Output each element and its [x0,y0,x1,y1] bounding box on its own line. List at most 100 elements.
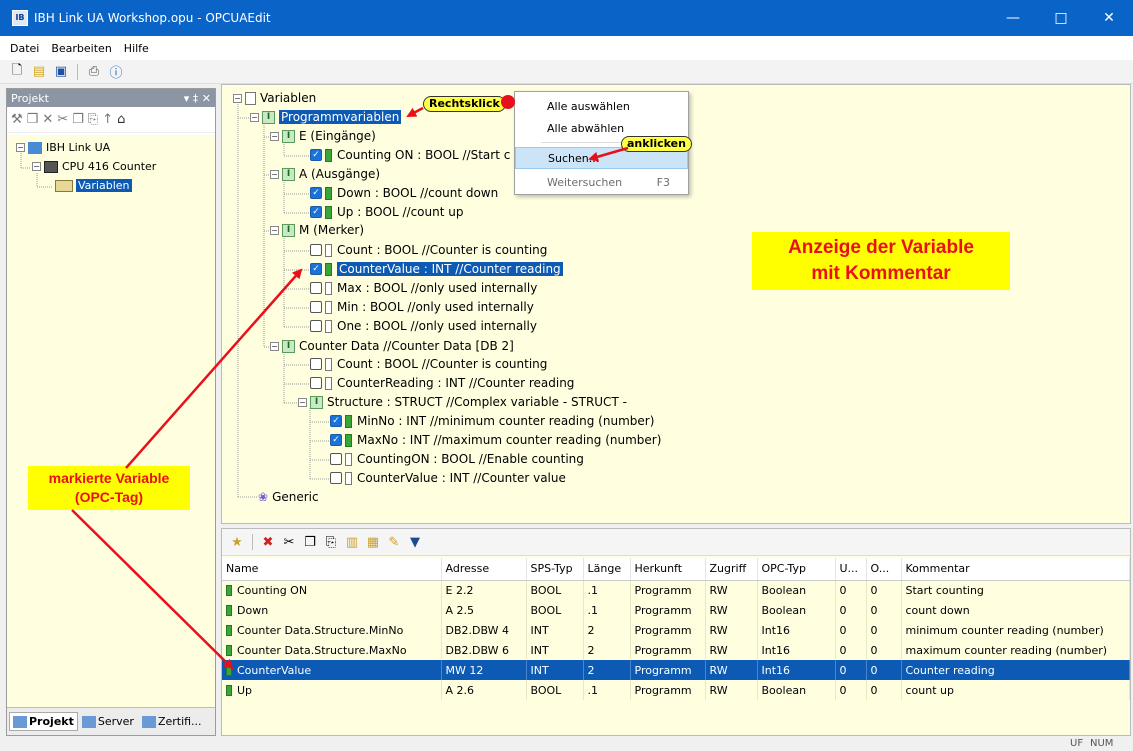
checked-checkbox-icon[interactable]: ✓ [330,415,342,427]
tree-node-minno[interactable]: ✓ MinNo : INT //minimum counter reading … [330,412,654,430]
tree-node-variablen[interactable]: Variablen [55,179,132,192]
help-icon[interactable]: ⓘ [107,63,125,81]
panel-pin-controls[interactable]: ▾ ‡ ✕ [184,92,211,105]
unchecked-checkbox-icon[interactable] [330,453,342,465]
menu-bearbeiten[interactable]: Bearbeiten [45,42,117,55]
table-row[interactable]: Counter Data.Structure.MaxNo DB2.DBW 6 INT… [222,640,1130,660]
unchecked-checkbox-icon[interactable] [330,472,342,484]
new-file-icon[interactable]: 🗋 [8,63,26,81]
collapse-icon[interactable]: − [270,225,279,235]
tab-projekt[interactable]: Projekt [9,712,78,731]
tree-node-counter-data[interactable]: − I Counter Data //Counter Data [DB 2] [270,337,514,355]
tree-node-structure[interactable]: − I Structure : STRUCT //Complex variabl… [298,393,627,411]
export-icon[interactable]: ▦ [364,533,382,551]
tree-node-generic[interactable]: ❀ Generic [258,488,319,506]
cell-zugriff: RW [705,680,758,700]
column-header-laenge[interactable]: Länge [583,558,631,581]
minimize-button[interactable]: — [989,0,1037,36]
tab-server[interactable]: Server [78,712,138,731]
unchecked-checkbox-icon[interactable] [310,244,322,256]
table-row[interactable]: Counting ON E 2.2 BOOL .1 Programm RW Boolean 0… [222,580,1130,600]
paste-icon[interactable]: ⎘ [322,533,340,551]
paste-icon[interactable]: ⎘ [88,112,98,127]
checked-checkbox-icon[interactable]: ✓ [310,206,322,218]
open-folder-icon[interactable]: ▤ [30,63,48,81]
menu-item-alle-auswaehlen[interactable]: Alle auswählen [515,95,688,117]
tree-node-counterreading[interactable]: CounterReading : INT //Counter reading [310,374,574,392]
tree-node-up[interactable]: ✓ Up : BOOL //count up [310,203,463,221]
collapse-icon[interactable]: − [270,341,279,351]
column-header-sps-typ[interactable]: SPS-Typ [526,558,584,581]
collapse-icon[interactable]: − [270,131,279,141]
collapse-icon[interactable]: − [250,112,259,122]
markierte-note-line: (OPC-Tag) [74,489,144,505]
tree-node-counting-on[interactable]: ✓ Counting ON : BOOL //Start c [310,146,510,164]
properties-icon[interactable]: ⚒ [11,112,23,127]
checked-checkbox-icon[interactable]: ✓ [330,434,342,446]
unchecked-checkbox-icon[interactable] [310,301,322,313]
checked-checkbox-icon[interactable]: ✓ [310,149,322,161]
collapse-icon[interactable]: − [16,143,25,152]
unchecked-checkbox-icon[interactable] [310,358,322,370]
tree-node-count[interactable]: Count : BOOL //Counter is counting [310,241,547,259]
tree-node-ausgaenge[interactable]: − I A (Ausgänge) [270,165,380,183]
collapse-icon[interactable]: − [270,169,279,179]
new-icon[interactable]: ❒ [27,112,39,127]
column-header-herkunft[interactable]: Herkunft [630,558,706,581]
column-header-u[interactable]: U... [835,558,867,581]
column-header-name[interactable]: Name [222,558,442,581]
maximize-button[interactable]: □ [1037,0,1085,36]
column-header-zugriff[interactable]: Zugriff [705,558,758,581]
menu-datei[interactable]: Datei [4,42,45,55]
save-icon[interactable]: ▣ [52,63,70,81]
table-row[interactable]: Down A 2.5 BOOL .1 Programm RW Boolean 0 0 count … [222,600,1130,620]
tree-node-cpu[interactable]: − CPU 416 Counter [32,160,156,173]
tree-node-down[interactable]: ✓ Down : BOOL //count down [310,184,498,202]
import-icon[interactable]: ▥ [343,533,361,551]
collapse-icon[interactable]: − [32,162,41,171]
tree-node-merker[interactable]: − I M (Merker) [270,221,364,239]
edit-pencil-icon[interactable]: ✎ [385,533,403,551]
column-header-adresse[interactable]: Adresse [441,558,527,581]
tree-node-maxno[interactable]: ✓ MaxNo : INT //maximum counter reading … [330,431,661,449]
tree-node-s-countervalue[interactable]: CounterValue : INT //Counter value [330,469,566,487]
cut-icon[interactable]: ✂ [57,112,68,127]
menu-hilfe[interactable]: Hilfe [118,42,155,55]
column-header-kommentar[interactable]: Kommentar [901,558,1130,581]
unchecked-checkbox-icon[interactable] [310,282,322,294]
tree-node-countervalue[interactable]: ✓ CounterValue : INT //Counter reading [310,260,563,278]
tree-node-ibh-link[interactable]: − IBH Link UA [16,141,110,154]
delete-icon[interactable]: ✖ [259,533,277,551]
collapse-icon[interactable]: − [298,397,307,407]
tree-node-countingon[interactable]: CountingON : BOOL //Enable counting [330,450,584,468]
tree-node-min[interactable]: Min : BOOL //only used internally [310,298,534,316]
delete-icon[interactable]: ✕ [42,112,53,127]
column-header-opc-typ[interactable]: OPC-Typ [757,558,836,581]
table-row[interactable]: CounterValue MW 12 INT 2 Programm RW Int16 0 0 Co… [222,660,1130,680]
menu-item-weitersuchen[interactable]: Weitersuchen F3 [515,171,688,193]
up-arrow-icon[interactable]: ↑ [102,112,113,127]
filter-icon[interactable]: ▼ [406,533,424,551]
print-icon[interactable]: ⎙ [85,63,103,81]
cut-icon[interactable]: ✂ [280,533,298,551]
tree-node-eingaenge[interactable]: − I E (Eingänge) [270,127,376,145]
copy-icon[interactable]: ❐ [301,533,319,551]
close-button[interactable]: ✕ [1085,0,1133,36]
copy-icon[interactable]: ❐ [72,112,84,127]
tree-node-one[interactable]: One : BOOL //only used internally [310,317,537,335]
table-row[interactable]: Counter Data.Structure.MinNo DB2.DBW 4 INT… [222,620,1130,640]
tab-zertifikate[interactable]: Zertifi... [138,712,206,731]
tree-node-variablen-root[interactable]: − Variablen [233,89,316,107]
unchecked-checkbox-icon[interactable] [310,320,322,332]
collapse-icon[interactable]: − [233,93,242,103]
unchecked-checkbox-icon[interactable] [310,377,322,389]
new-tag-icon[interactable]: ★ [228,533,246,551]
checked-checkbox-icon[interactable]: ✓ [310,187,322,199]
tree-node-cd-count[interactable]: Count : BOOL //Counter is counting [310,355,547,373]
tree-node-max[interactable]: Max : BOOL //only used internally [310,279,537,297]
column-header-o[interactable]: O... [866,558,902,581]
table-row[interactable]: Up A 2.6 BOOL .1 Programm RW Boolean 0 0 count up [222,680,1130,700]
checked-checkbox-icon[interactable]: ✓ [310,263,322,275]
home-icon[interactable]: ⌂ [117,112,125,127]
tree-node-programmvariablen[interactable]: − I Programmvariablen [250,108,402,126]
